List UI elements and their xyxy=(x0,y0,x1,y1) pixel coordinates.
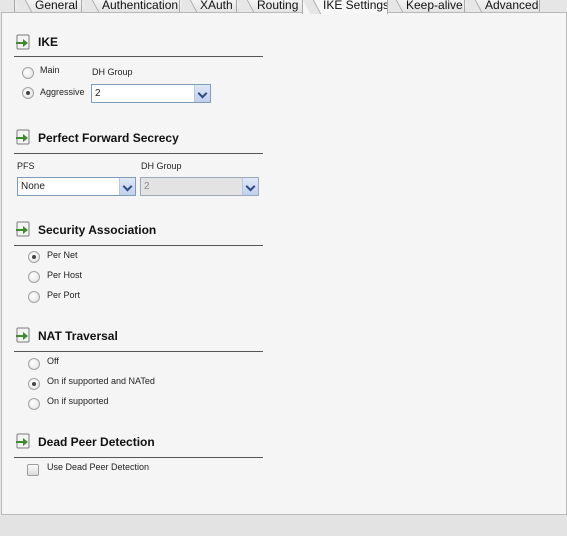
select-value: None xyxy=(21,181,45,192)
nat-on-if-natted-radio[interactable] xyxy=(28,378,40,390)
dpd-section-title: Dead Peer Detection xyxy=(38,435,155,449)
sa-per-net-label: Per Net xyxy=(47,250,78,260)
tab-label: Routing xyxy=(257,0,299,12)
pfs-dh-group-label: DH Group xyxy=(141,161,182,171)
tab-label: General xyxy=(35,0,78,12)
select-value: 2 xyxy=(95,88,101,99)
tab-ike-settings[interactable]: IKE Settings xyxy=(302,0,388,14)
use-dpd-label: Use Dead Peer Detection xyxy=(47,462,150,472)
nat-on-if-supported-radio[interactable] xyxy=(28,398,40,410)
tab-label: XAuth xyxy=(200,0,233,12)
chevron-down-icon[interactable] xyxy=(194,85,210,102)
pfs-section-title: Perfect Forward Secrecy xyxy=(38,131,179,145)
tab-label: Advanced xyxy=(485,0,539,12)
chevron-down-icon[interactable] xyxy=(119,178,135,195)
tab-label: Keep-alive xyxy=(406,0,463,12)
section-arrow-icon xyxy=(16,327,30,343)
status-bar xyxy=(0,516,567,536)
nat-on-if-natted-label: On if supported and NATed xyxy=(47,376,155,386)
section-divider xyxy=(14,56,263,57)
section-divider xyxy=(14,245,263,246)
ike-mode-aggressive-radio[interactable] xyxy=(22,87,34,99)
nat-off-label: Off xyxy=(47,356,59,366)
ike-dh-group-select[interactable]: 2 xyxy=(91,84,211,103)
section-arrow-icon xyxy=(16,221,30,237)
nat-off-radio[interactable] xyxy=(28,358,40,370)
ike-dh-group-label: DH Group xyxy=(92,67,133,77)
nat-on-if-supported-label: On if supported xyxy=(47,396,109,406)
section-arrow-icon xyxy=(16,129,30,145)
tab-label: IKE Settings xyxy=(323,0,388,12)
tab-label: Authentication xyxy=(102,0,179,12)
section-divider xyxy=(14,351,263,352)
pfs-label: PFS xyxy=(17,161,35,171)
sa-per-port-radio[interactable] xyxy=(28,291,40,303)
sa-section-title: Security Association xyxy=(38,223,157,237)
sa-per-host-radio[interactable] xyxy=(28,271,40,283)
nat-section-title: NAT Traversal xyxy=(38,329,118,343)
use-dpd-checkbox[interactable] xyxy=(27,464,39,476)
pfs-select[interactable]: None xyxy=(17,177,136,196)
pfs-dh-group-select: 2 xyxy=(140,177,259,196)
section-divider xyxy=(14,457,263,458)
section-divider xyxy=(14,153,263,154)
chevron-down-icon xyxy=(242,178,258,195)
sa-per-port-label: Per Port xyxy=(47,290,81,300)
ike-mode-main-label: Main xyxy=(40,65,60,75)
section-arrow-icon xyxy=(16,433,30,449)
ike-mode-main-radio[interactable] xyxy=(22,67,34,79)
sa-per-net-radio[interactable] xyxy=(28,251,40,263)
section-arrow-icon xyxy=(16,34,30,50)
select-value: 2 xyxy=(144,181,150,192)
sa-per-host-label: Per Host xyxy=(47,270,83,280)
ike-section-title: IKE xyxy=(38,35,59,49)
ike-mode-aggressive-label: Aggressive xyxy=(40,87,85,97)
